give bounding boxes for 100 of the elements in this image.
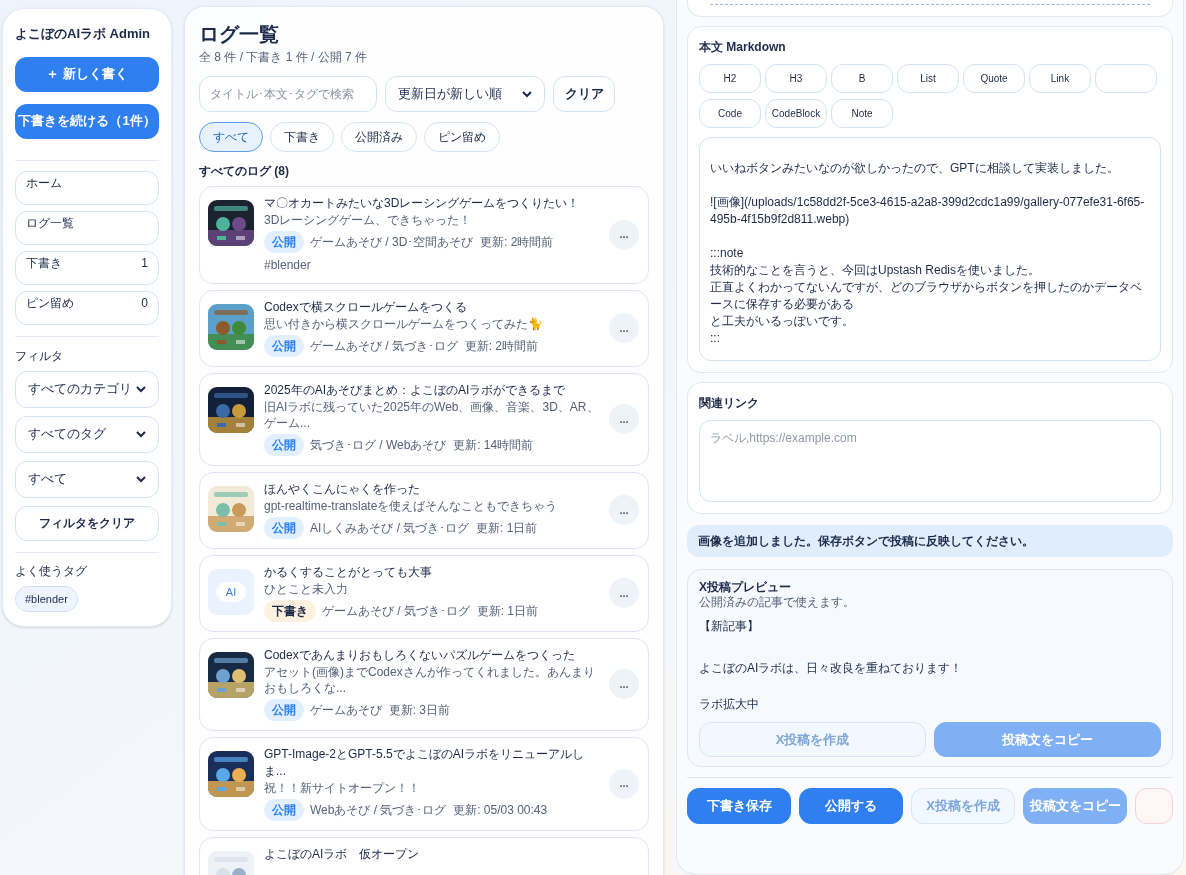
status-badge: 公開 — [264, 517, 304, 539]
toolbar-button[interactable]: Note — [831, 99, 893, 128]
more-button[interactable]: ... — [609, 768, 639, 799]
chevron-down-icon — [136, 430, 146, 438]
filter-select[interactable]: すべてのタグ — [15, 415, 159, 453]
clear-button[interactable]: クリア — [553, 76, 615, 112]
filter-chip[interactable]: ピン留め — [424, 122, 500, 152]
card-title: X投稿プレビュー — [699, 580, 792, 595]
toolbar-button[interactable]: Code — [699, 99, 761, 128]
log-meta: Webあそび / 気づき･ログ 更新: 05/03 00:43 — [310, 802, 548, 819]
log-summary: 思い付きから横スクロールゲームをつくってみた🐈 — [264, 316, 544, 332]
filter-chip[interactable]: 公開済み — [341, 122, 417, 152]
section-heading: すべてのログ (8) — [199, 163, 290, 180]
nav-item[interactable]: ピン留め 0 — [15, 290, 159, 325]
action-button[interactable]: 下書き保存 — [687, 788, 791, 824]
log-meta: ゲームあそび / 3D･空間あそび 更新: 2時間前 — [310, 234, 554, 251]
app-title: よこぼのAIラボ Admin — [15, 25, 152, 43]
status-badge: 公開 — [264, 231, 304, 253]
log-card[interactable]: よこぼのAIラボ 仮オープン — [199, 837, 649, 875]
more-button[interactable]: ... — [609, 313, 639, 343]
text-line: ![画像](/uploads/1c58dd2f-5ce3-4615-a2a8-399d2cdc1a99/gallery-077efe31-6f65-495b-4f15b9f2d811.webp) — [710, 194, 1146, 228]
toolbar-button[interactable] — [1095, 64, 1157, 93]
log-card[interactable]: 2025年のAIあそびまとめ：よこぼのAIラボができるまで 旧AIラボに残っていた2025年のWeb、画像、音楽、3D、AR、ゲーム... 公開 気づき･ログ / Webあそび 更新: 14時間前 ... — [199, 373, 649, 466]
toolbar-button[interactable]: CodeBlock — [765, 99, 827, 128]
more-button[interactable]: ... — [609, 578, 639, 608]
section-label: よく使うタグ — [15, 562, 88, 580]
status-badge: 公開 — [264, 799, 304, 821]
log-meta: AIしくみあそび / 気づき･ログ 更新: 1日前 — [310, 520, 538, 537]
log-card[interactable]: Codexで横スクロールゲームをつくる 思い付きから横スクロールゲームをつくってみた🐈 公開 ゲームあそび / 気づき･ログ 更新: 2時間前 ... — [199, 290, 649, 367]
card-subtitle: 公開済みの記事で使えます。 — [699, 595, 856, 610]
log-title: GPT-Image-2とGPT-5.5でよこぼのAIラボをリニューアルしま... — [264, 746, 586, 780]
search-field[interactable]: タイトル･本文･タグで検索 — [199, 76, 377, 112]
log-summary: ひとこと未入力 — [264, 581, 349, 597]
log-card[interactable]: AI かるくすることがとっても大事 ひとこと未入力 下書き ゲームあそび / 気づき･ログ 更新: 1日前 ... — [199, 555, 649, 632]
text-line: いいねボタンみたいなのが欲しかったので、GPTに相談して実装しました。 — [710, 160, 1120, 177]
field-label: 本文 Markdown — [699, 39, 787, 56]
filter-chip[interactable]: 下書き — [270, 122, 334, 152]
nav-label: ログ一覧 — [26, 214, 74, 232]
toolbar-button[interactable]: List — [897, 64, 959, 93]
tag-chip[interactable]: #blender — [15, 585, 78, 612]
nav-label: ホーム — [26, 174, 62, 192]
log-title: かるくすることがとっても大事 — [264, 564, 433, 581]
log-meta: ゲームあそび 更新: 3日前 — [310, 702, 450, 719]
log-summary: 3Dレーシングゲーム、できちゃった！ — [264, 212, 473, 228]
count-summary: 全 8 件 / 下書き 1 件 / 公開 7 件 — [199, 49, 369, 66]
filter-chip[interactable]: すべて — [199, 122, 263, 152]
page-title: ログ一覧 — [199, 22, 280, 47]
nav-count: 0 — [141, 294, 148, 312]
text-line: と工夫がいるっぽいです。 — [710, 313, 855, 330]
log-title: マ〇オカートみたいな3Dレーシングゲームをつくりたい！ — [264, 195, 581, 212]
preview-text: よこぼのAIラボは、日々改良を重ねております！ — [699, 660, 964, 676]
preview-text: ラボ拡大中 — [699, 696, 760, 712]
nav-item[interactable]: ホーム — [15, 170, 159, 205]
chevron-down-icon — [136, 385, 146, 393]
log-meta: 気づき･ログ / Webあそび 更新: 14時間前 — [310, 437, 534, 454]
clear-filter-button[interactable]: フィルタをクリア — [15, 505, 159, 541]
toolbar-button[interactable]: H3 — [765, 64, 827, 93]
log-title: よこぼのAIラボ 仮オープン — [264, 846, 421, 863]
log-title: Codexであんまりおもしろくないパズルゲームをつくった — [264, 647, 576, 664]
nav-label: ピン留め — [26, 294, 74, 312]
log-summary: アセット(画像)までCodexさんが作ってくれました。あんまりおもしろくな... — [264, 664, 596, 696]
nav-item[interactable]: 下書き 1 — [15, 250, 159, 285]
nav-item[interactable]: ログ一覧 — [15, 210, 159, 245]
log-title: ほんやくこんにゃくを作った — [264, 481, 421, 498]
status-badge: 公開 — [264, 335, 304, 357]
action-button[interactable] — [1135, 788, 1173, 824]
log-summary: gpt-realtime-translateを使えばそんなこともできちゃう — [264, 498, 559, 514]
chevron-down-icon — [136, 475, 146, 483]
log-card[interactable]: マ〇オカートみたいな3Dレーシングゲームをつくりたい！ 3Dレーシングゲーム、できちゃった！ 公開 ゲームあそび / 3D･空間あそび 更新: 2時間前 #blender ... — [199, 186, 649, 284]
toolbar-button[interactable]: H2 — [699, 64, 761, 93]
log-card[interactable]: Codexであんまりおもしろくないパズルゲームをつくった アセット(画像)までCodexさんが作ってくれました。あんまりおもしろくな... 公開 ゲームあそび 更新: 3日前 ... — [199, 638, 649, 731]
toolbar-button[interactable]: Link — [1029, 64, 1091, 93]
toolbar-button[interactable]: Quote — [963, 64, 1025, 93]
more-button[interactable]: ... — [609, 219, 639, 250]
text-line: :::note — [710, 245, 745, 262]
action-button[interactable]: ＋ 新しく書く — [15, 56, 159, 92]
action-button[interactable]: 下書きを続ける（1件） — [15, 103, 159, 139]
placeholder-label: AI — [216, 582, 246, 602]
preview-text: 【新記事】 — [699, 618, 760, 634]
action-button[interactable]: 公開する — [799, 788, 903, 824]
log-meta: ゲームあそび / 気づき･ログ 更新: 1日前 — [322, 603, 538, 620]
nav-count: 1 — [141, 254, 148, 272]
log-meta: ゲームあそび / 気づき･ログ 更新: 2時間前 — [310, 338, 538, 355]
more-button[interactable]: ... — [609, 404, 639, 434]
field-label: 関連リンク — [699, 395, 760, 412]
log-summary: 旧AIラボに残っていた2025年のWeb、画像、音楽、3D、AR、ゲーム... — [264, 399, 599, 431]
notice-banner: 画像を追加しました。保存ボタンで投稿に反映してください。 — [687, 525, 1173, 557]
nav-label: 下書き — [26, 254, 62, 272]
links-field[interactable]: ラベル,https://example.com — [699, 420, 1161, 502]
log-card[interactable]: GPT-Image-2とGPT-5.5でよこぼのAIラボをリニューアルしま... 祝！！新サイトオープン！！ 公開 Webあそび / 気づき･ログ 更新: 05/03 00:43 ... — [199, 737, 649, 831]
log-title: Codexで横スクロールゲームをつくる — [264, 299, 468, 316]
log-card[interactable]: ほんやくこんにゃくを作った gpt-realtime-translateを使えばそんなこともできちゃう 公開 AIしくみあそび / 気づき･ログ 更新: 1日前 ... — [199, 472, 649, 549]
filter-select[interactable]: すべて — [15, 460, 159, 498]
toolbar-button[interactable]: B — [831, 64, 893, 93]
sort-select[interactable]: 更新日が新しい順 — [385, 76, 545, 112]
more-button[interactable]: ... — [609, 669, 639, 699]
filter-select[interactable]: すべてのカテゴリ — [15, 370, 159, 408]
more-button[interactable]: ... — [609, 495, 639, 525]
markdown-editor[interactable] — [699, 137, 1161, 361]
text-line: 正直よくわかってないんですが、どのブラウザからボタンを押したのかデータベースに保存する必要がある — [710, 279, 1143, 313]
